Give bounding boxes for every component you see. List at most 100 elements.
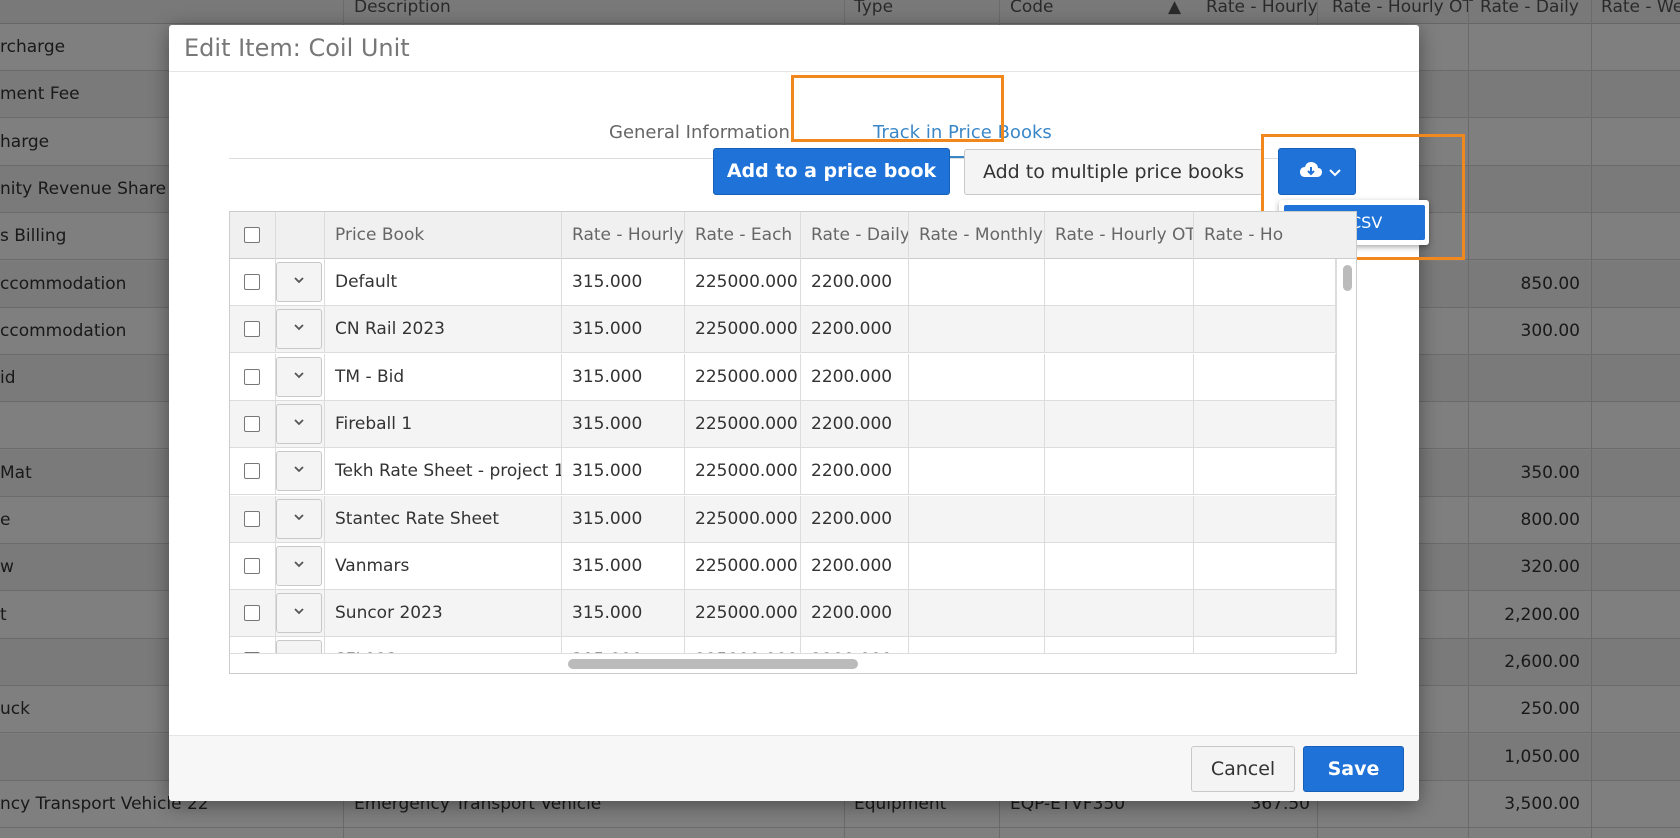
- cell-book[interactable]: TM - Bid: [325, 353, 562, 401]
- cell-book[interactable]: Default: [325, 259, 562, 306]
- row-checkbox[interactable]: [244, 274, 260, 290]
- cell-hourly[interactable]: 315.000: [562, 353, 685, 401]
- row-checkbox[interactable]: [244, 368, 260, 385]
- cell-daily[interactable]: 2200.000: [801, 590, 909, 638]
- col-price-book[interactable]: Price Book: [325, 212, 562, 259]
- table-row[interactable]: Suncor 2023 315.000 225000.000 2200.000: [230, 590, 1336, 638]
- vertical-scrollbar-thumb[interactable]: [1343, 265, 1352, 291]
- add-to-multiple-price-books-button[interactable]: Add to multiple price books: [964, 149, 1263, 195]
- row-expand-button[interactable]: [276, 403, 322, 444]
- cell-ho[interactable]: [1194, 590, 1336, 638]
- col-rate-daily[interactable]: Rate - Daily: [801, 212, 909, 259]
- table-row[interactable]: Default 315.000 225000.000 2200.000: [230, 259, 1336, 306]
- col-rate-monthly[interactable]: Rate - Monthly: [909, 212, 1045, 259]
- cell-hourly[interactable]: 315.000: [562, 400, 685, 448]
- cell-hourly[interactable]: 315.000: [562, 542, 685, 590]
- cell-book[interactable]: CN Rail 2023: [325, 306, 562, 354]
- table-row[interactable]: CN Rail 2023 315.000 225000.000 2200.000: [230, 306, 1336, 354]
- cell-ho[interactable]: [1194, 306, 1336, 354]
- cell-monthly[interactable]: [909, 259, 1045, 306]
- cell-hourly[interactable]: 315.000: [562, 590, 685, 638]
- cell-daily[interactable]: 2200.000: [801, 400, 909, 448]
- col-rate-each[interactable]: Rate - Each: [685, 212, 801, 259]
- cell-hourly-ot[interactable]: [1045, 306, 1194, 354]
- select-all-checkbox[interactable]: [244, 227, 260, 243]
- cell-monthly[interactable]: [909, 353, 1045, 401]
- save-button[interactable]: Save: [1303, 746, 1404, 792]
- cell-hourly[interactable]: 315.000: [562, 259, 685, 306]
- cell-hourly-ot[interactable]: [1045, 542, 1194, 590]
- modal-header: Edit Item: Coil Unit: [169, 25, 1419, 72]
- row-expand-button[interactable]: [276, 356, 322, 397]
- cell-each[interactable]: 225000.000: [685, 306, 801, 354]
- cell-ho[interactable]: [1194, 353, 1336, 401]
- cell-monthly[interactable]: [909, 400, 1045, 448]
- cell-book[interactable]: Fireball 1: [325, 400, 562, 448]
- horizontal-scrollbar-thumb[interactable]: [568, 659, 858, 669]
- cell-each[interactable]: 225000.000: [685, 448, 801, 496]
- row-checkbox[interactable]: [244, 605, 260, 622]
- cell-monthly[interactable]: [909, 542, 1045, 590]
- row-expand-button[interactable]: [276, 451, 322, 492]
- row-expand-button[interactable]: [276, 309, 322, 350]
- cell-daily[interactable]: 2200.000: [801, 306, 909, 354]
- cell-daily[interactable]: 2200.000: [801, 259, 909, 306]
- col-rate-hourly-ot[interactable]: Rate - Hourly OT: [1045, 212, 1194, 259]
- cell-daily[interactable]: 2200.000: [801, 353, 909, 401]
- cell-book[interactable]: Suncor 2023: [325, 590, 562, 638]
- header-expand-column: [276, 212, 325, 259]
- cell-each[interactable]: 225000.000: [685, 259, 801, 306]
- cell-daily[interactable]: 2200.000: [801, 542, 909, 590]
- row-checkbox[interactable]: [244, 463, 260, 480]
- cell-ho[interactable]: [1194, 448, 1336, 496]
- cell-hourly-ot[interactable]: [1045, 495, 1194, 543]
- tab-general-information[interactable]: General Information: [609, 122, 790, 143]
- add-to-price-book-button[interactable]: Add to a price book: [713, 148, 950, 195]
- cell-ho[interactable]: [1194, 542, 1336, 590]
- row-expand-button[interactable]: [276, 545, 322, 586]
- row-expand-button[interactable]: [276, 593, 322, 634]
- row-checkbox[interactable]: [244, 557, 260, 574]
- cell-ho[interactable]: [1194, 495, 1336, 543]
- horizontal-scrollbar[interactable]: [230, 653, 1336, 673]
- row-expand-button[interactable]: [276, 498, 322, 539]
- col-rate-hourly[interactable]: Rate - Hourly: [562, 212, 685, 259]
- cell-hourly-ot[interactable]: [1045, 353, 1194, 401]
- table-row[interactable]: Fireball 1 315.000 225000.000 2200.000: [230, 400, 1336, 448]
- cancel-button[interactable]: Cancel: [1191, 746, 1295, 792]
- chevron-down-icon: [294, 466, 304, 473]
- cell-hourly[interactable]: 315.000: [562, 495, 685, 543]
- cell-hourly[interactable]: 315.000: [562, 448, 685, 496]
- col-rate-ho[interactable]: Rate - Ho: [1194, 212, 1356, 259]
- row-checkbox[interactable]: [244, 510, 260, 527]
- cell-hourly-ot[interactable]: [1045, 590, 1194, 638]
- table-row[interactable]: Stantec Rate Sheet 315.000 225000.000 2200.…: [230, 495, 1336, 543]
- table-row[interactable]: Vanmars 315.000 225000.000 2200.000: [230, 542, 1336, 590]
- cell-each[interactable]: 225000.000: [685, 590, 801, 638]
- cell-hourly-ot[interactable]: [1045, 400, 1194, 448]
- cell-each[interactable]: 225000.000: [685, 542, 801, 590]
- cell-each[interactable]: 225000.000: [685, 400, 801, 448]
- cell-hourly-ot[interactable]: [1045, 448, 1194, 496]
- cell-ho[interactable]: [1194, 259, 1336, 306]
- cell-monthly[interactable]: [909, 306, 1045, 354]
- cell-hourly[interactable]: 315.000: [562, 306, 685, 354]
- cell-book[interactable]: Stantec Rate Sheet: [325, 495, 562, 543]
- cell-monthly[interactable]: [909, 590, 1045, 638]
- cell-book[interactable]: Vanmars: [325, 542, 562, 590]
- cell-ho[interactable]: [1194, 400, 1336, 448]
- cell-monthly[interactable]: [909, 495, 1045, 543]
- row-checkbox[interactable]: [244, 321, 260, 338]
- cell-each[interactable]: 225000.000: [685, 353, 801, 401]
- cell-book[interactable]: Tekh Rate Sheet - project 1: [325, 448, 562, 496]
- cell-hourly-ot[interactable]: [1045, 259, 1194, 306]
- cell-monthly[interactable]: [909, 448, 1045, 496]
- vertical-scrollbar[interactable]: [1336, 259, 1356, 653]
- cell-daily[interactable]: 2200.000: [801, 495, 909, 543]
- cell-each[interactable]: 225000.000: [685, 495, 801, 543]
- table-row[interactable]: TM - Bid 315.000 225000.000 2200.000: [230, 353, 1336, 401]
- cell-daily[interactable]: 2200.000: [801, 448, 909, 496]
- row-expand-button[interactable]: [276, 262, 322, 302]
- row-checkbox[interactable]: [244, 415, 260, 432]
- table-row[interactable]: Tekh Rate Sheet - project 1 315.000 225000…: [230, 448, 1336, 496]
